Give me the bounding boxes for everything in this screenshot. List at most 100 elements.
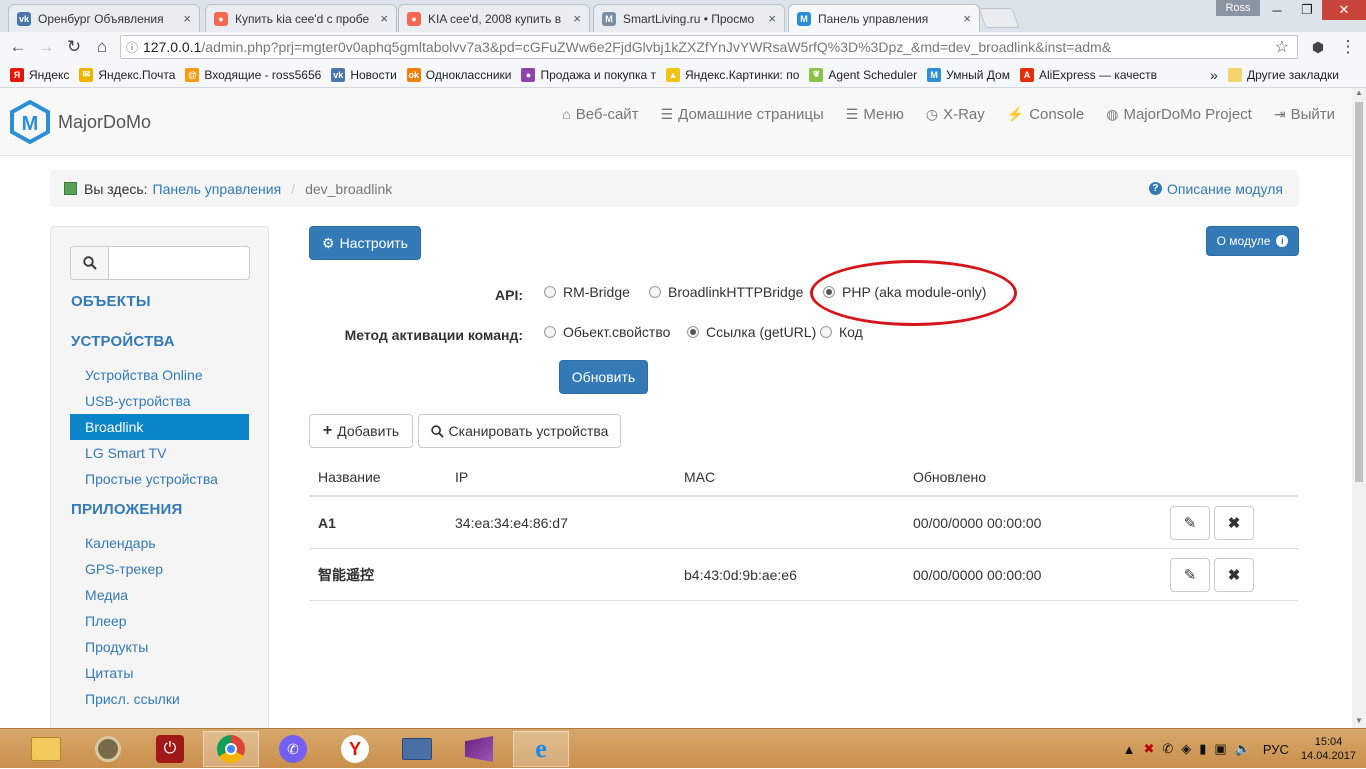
bookmark-star-icon[interactable]: ☆: [1275, 37, 1289, 57]
visual-studio-icon[interactable]: [451, 731, 507, 767]
close-tab-icon[interactable]: ×: [380, 11, 388, 26]
bookmark-item[interactable]: @ Входящие - ross5656: [185, 67, 321, 82]
browser-tab[interactable]: vk Оренбург Объявления ×: [8, 4, 200, 32]
sidebar-item[interactable]: USB-устройства: [70, 388, 249, 414]
breadcrumb-link[interactable]: Панель управления: [153, 181, 282, 197]
sidebar-item[interactable]: GPS-трекер: [70, 556, 249, 582]
bookmarks-more[interactable]: »: [1210, 67, 1218, 83]
display-icon[interactable]: ▣: [1214, 741, 1226, 757]
bookmark-item[interactable]: M Умный Дом: [927, 67, 1010, 82]
extension-icon[interactable]: ⬢: [1304, 33, 1332, 61]
nav-item[interactable]: ⌂ Веб-сайт: [562, 106, 638, 123]
nav-item[interactable]: ☰ Домашние страницы: [661, 106, 824, 123]
sidebar-item[interactable]: Присл. ссылки: [70, 686, 249, 712]
browser-tab[interactable]: M SmartLiving.ru • Просмо ×: [593, 4, 785, 32]
chrome-menu-icon[interactable]: ⋮: [1334, 33, 1362, 61]
sidebar-item[interactable]: LG Smart TV: [70, 440, 249, 466]
configure-button[interactable]: ⚙ Настроить: [309, 226, 421, 260]
forward-icon[interactable]: →: [32, 33, 60, 61]
sidebar-item[interactable]: Медиа: [70, 582, 249, 608]
nav-item[interactable]: ⇥ Выйти: [1274, 106, 1335, 123]
add-button[interactable]: + Добавить: [309, 414, 413, 448]
home-icon[interactable]: ⌂: [88, 33, 116, 61]
new-tab-button[interactable]: [978, 8, 1020, 28]
bookmark-item[interactable]: A AliExpress — качеств: [1019, 67, 1157, 82]
close-tab-icon[interactable]: ×: [768, 11, 776, 26]
delete-button[interactable]: ✖: [1214, 558, 1254, 592]
radio-button[interactable]: [687, 326, 699, 338]
scan-devices-button[interactable]: Сканировать устройства: [418, 414, 621, 448]
scroll-down-icon[interactable]: ▼: [1352, 716, 1366, 728]
edit-button[interactable]: ✎: [1170, 506, 1210, 540]
close-tab-icon[interactable]: ×: [573, 11, 581, 26]
about-module-button[interactable]: О модуле i: [1206, 226, 1299, 256]
other-bookmarks[interactable]: Другие закладки: [1228, 67, 1339, 82]
sidebar-section-title[interactable]: ОБЪЕКТЫ: [71, 293, 151, 310]
nav-item[interactable]: ◷ X-Ray: [926, 106, 985, 123]
api-option[interactable]: BroadlinkHTTPBridge: [649, 284, 803, 300]
browser-tab[interactable]: M Панель управления ×: [788, 4, 980, 32]
radio-button[interactable]: [544, 286, 556, 298]
sidebar-item[interactable]: Broadlink: [70, 414, 249, 440]
sidebar-item[interactable]: Простые устройства: [70, 466, 249, 492]
restore-icon[interactable]: ❐: [1292, 0, 1322, 20]
update-button[interactable]: Обновить: [559, 360, 648, 394]
keyboard-app-icon[interactable]: [389, 731, 445, 767]
search-input[interactable]: [109, 247, 249, 279]
bookmark-item[interactable]: ❦ Agent Scheduler: [809, 67, 917, 82]
webcam-app-icon[interactable]: [80, 731, 136, 767]
close-tab-icon[interactable]: ×: [183, 11, 191, 26]
back-icon[interactable]: ←: [4, 33, 32, 61]
minimize-icon[interactable]: ─: [1262, 0, 1292, 20]
viber-tray-icon[interactable]: ✆: [1162, 741, 1173, 757]
api-option[interactable]: RM-Bridge: [544, 284, 630, 300]
bookmark-item[interactable]: ● Продажа и покупка т: [521, 67, 656, 82]
scroll-up-icon[interactable]: ▲: [1352, 88, 1366, 100]
nav-item[interactable]: ☰ Меню: [846, 106, 904, 123]
sidebar-item[interactable]: Плеер: [70, 608, 249, 634]
logo[interactable]: M MajorDoMo: [10, 100, 151, 144]
browser-tab[interactable]: ● KIA cee'd, 2008 купить в ×: [398, 4, 590, 32]
page-scrollbar[interactable]: ▲ ▼: [1352, 88, 1366, 728]
radio-button[interactable]: [649, 286, 661, 298]
bookmark-item[interactable]: Я Яндекс: [10, 67, 69, 82]
method-option[interactable]: Обьект.свойство: [544, 324, 670, 340]
sidebar-item[interactable]: Устройства Online: [70, 362, 249, 388]
dropbox-icon[interactable]: ◈: [1181, 741, 1191, 757]
method-option[interactable]: Код: [820, 324, 863, 340]
bookmark-item[interactable]: ▲ Яндекс.Картинки: по: [666, 67, 799, 82]
radio-button[interactable]: [820, 326, 832, 338]
viber-icon[interactable]: ✆: [265, 731, 321, 767]
chrome-taskbar-icon[interactable]: [203, 731, 259, 767]
scroll-thumb[interactable]: [1355, 102, 1363, 482]
yandex-browser-icon[interactable]: Y: [327, 731, 383, 767]
clock[interactable]: 15:04 14.04.2017: [1301, 735, 1356, 763]
bookmark-item[interactable]: vk Новости: [331, 67, 397, 82]
address-bar[interactable]: ⓘ 127.0.0.1/admin.php?prj=mgter0v0aphq5g…: [120, 35, 1298, 59]
profile-badge[interactable]: Ross: [1216, 0, 1260, 16]
close-tab-icon[interactable]: ×: [963, 11, 971, 26]
bookmark-item[interactable]: ✉ Яндекс.Почта: [79, 67, 175, 82]
bookmark-item[interactable]: ok Одноклассники: [406, 67, 511, 82]
sidebar-section-title[interactable]: УСТРОЙСТВА: [71, 333, 175, 350]
search-button[interactable]: [71, 247, 109, 279]
method-option[interactable]: Ссылка (getURL): [687, 324, 816, 340]
explorer-icon[interactable]: [18, 731, 74, 767]
sidebar-item[interactable]: Продукты: [70, 634, 249, 660]
nav-item[interactable]: ◍ MajorDoMo Project: [1106, 106, 1252, 123]
reload-icon[interactable]: ↻: [60, 33, 88, 61]
edit-button[interactable]: ✎: [1170, 558, 1210, 592]
battery-icon[interactable]: ▮: [1199, 741, 1206, 757]
sidebar-section-title[interactable]: ПРИЛОЖЕНИЯ: [71, 501, 183, 518]
radio-button[interactable]: [544, 326, 556, 338]
site-info-icon[interactable]: ⓘ: [121, 39, 143, 56]
nav-item[interactable]: ⚡ Console: [1007, 106, 1084, 123]
internet-explorer-icon[interactable]: e: [513, 731, 569, 767]
module-help-link[interactable]: ? Описание модуля: [1148, 181, 1283, 197]
power-app-icon[interactable]: ⏻: [142, 731, 198, 767]
volume-icon[interactable]: 🔈: [1235, 741, 1251, 757]
tray-expand-icon[interactable]: ▲: [1123, 742, 1136, 757]
language-indicator[interactable]: РУС: [1263, 742, 1289, 757]
close-window-icon[interactable]: ✕: [1322, 0, 1366, 20]
browser-tab[interactable]: ● Купить kia cee'd с пробе ×: [205, 4, 397, 32]
